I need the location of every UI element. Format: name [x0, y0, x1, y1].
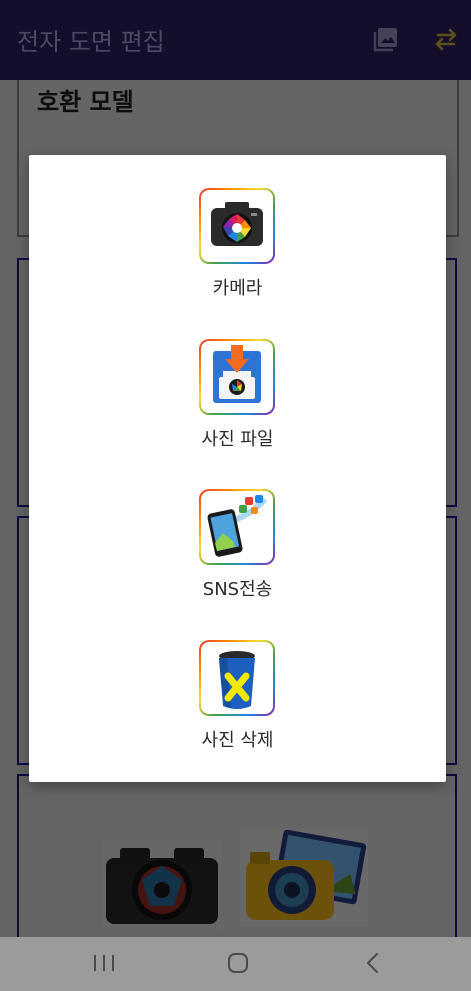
option-label: 카메라 [212, 278, 263, 299]
trash-icon [199, 640, 275, 716]
camera-icon [199, 188, 275, 264]
option-delete-photo[interactable]: 사진 삭제 [29, 640, 446, 770]
system-nav-bar [0, 937, 471, 991]
option-label: 사진 삭제 [201, 730, 274, 751]
option-label: 사진 파일 [201, 429, 274, 450]
sns-share-icon [199, 489, 275, 565]
home-icon[interactable] [218, 947, 258, 981]
option-sns-share[interactable]: SNS전송 [29, 489, 446, 619]
recents-icon[interactable] [84, 947, 124, 981]
option-camera[interactable]: 카메라 [29, 188, 446, 318]
back-icon[interactable] [352, 947, 392, 981]
photo-options-dialog: 카메라 사진 파일 SNS전송 사진 삭제 [29, 155, 446, 782]
option-label: SNS전송 [202, 579, 273, 600]
save-photo-icon [199, 339, 275, 415]
option-photo-file[interactable]: 사진 파일 [29, 339, 446, 469]
